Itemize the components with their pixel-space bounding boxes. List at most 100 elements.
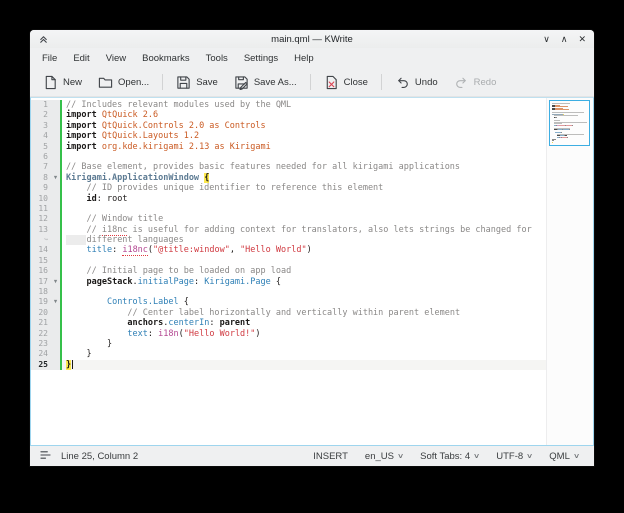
code-text: import QtQuick.Layouts 1.2 [62,131,546,141]
tab-mode-selector[interactable]: Soft Tabs: 4∨ [415,449,484,464]
line-number: 18 [31,287,51,297]
code-line[interactable]: 13 // i18nc is useful for adding context… [31,225,546,235]
code-line[interactable]: 20 // Center label horizontally and vert… [31,308,546,318]
document-outline-icon[interactable] [40,450,51,463]
code-line[interactable]: 3import QtQuick.Controls 2.0 as Controls [31,121,546,131]
code-line[interactable]: 11 [31,204,546,214]
toolbar-button-label: Close [344,77,368,88]
code-line[interactable]: 15 [31,256,546,266]
titlebar[interactable]: main.qml — KWrite ∨ ∧ ✕ [30,30,594,48]
line-number: 16 [31,266,51,276]
code-line[interactable]: 8▼Kirigami.ApplicationWindow { [31,173,546,183]
code-line[interactable]: 5import org.kde.kirigami 2.13 as Kirigam… [31,142,546,152]
code-line[interactable]: 18 [31,287,546,297]
fold-column [51,131,60,141]
fold-column [51,318,60,328]
menu-file[interactable]: File [34,50,65,67]
line-number: 1 [31,100,51,110]
line-number: 17 [31,277,51,287]
code-line[interactable]: 7// Base element, provides basic feature… [31,162,546,172]
line-number: 9 [31,183,51,193]
code-line[interactable]: 1// Includes relevant modules used by th… [31,100,546,110]
code-line[interactable]: 12 // Window title [31,214,546,224]
new-button[interactable]: New [36,71,89,94]
fold-arrow-icon[interactable]: ▼ [51,297,60,307]
code-line[interactable]: 25} [31,360,546,370]
menu-tools[interactable]: Tools [198,50,236,67]
close-button[interactable]: Close [317,71,375,94]
syntax-mode-selector[interactable]: QML∨ [544,449,584,464]
code-line[interactable]: 2import QtQuick 2.6 [31,110,546,120]
code-line[interactable]: 16 // Initial page to be loaded on app l… [31,266,546,276]
open-button[interactable]: Open... [91,71,156,94]
code-text: // Window title [62,214,546,224]
close-button[interactable]: ✕ [578,35,586,44]
menubar: FileEditViewBookmarksToolsSettingsHelp [30,48,594,68]
fold-arrow-icon[interactable]: ▼ [51,277,60,287]
menu-edit[interactable]: Edit [65,50,97,67]
code-text: import org.kde.kirigami 2.13 as Kirigami [62,142,546,152]
dictionary-selector[interactable]: en_US∨ [360,449,408,464]
toolbar-button-label: Open... [118,77,149,88]
code-text: id: root [62,194,546,204]
menu-bookmarks[interactable]: Bookmarks [134,50,198,67]
code-line[interactable]: 6 [31,152,546,162]
window-title: main.qml — KWrite [30,34,594,45]
fold-column [51,266,60,276]
code-line[interactable]: 9 // ID provides unique identifier to re… [31,183,546,193]
code-line[interactable]: 14 title: i18nc("@title:window", "Hello … [31,245,546,255]
encoding-selector[interactable]: UTF-8∨ [491,449,537,464]
redo-button[interactable]: Redo [447,71,504,94]
toolbar-button-label: Undo [415,77,438,88]
minimap-visible-region[interactable] [549,100,590,146]
code-line-wrap[interactable]: ↪ different languages [31,235,546,245]
line-number: 22 [31,329,51,339]
fold-column [51,329,60,339]
code-text: } [62,339,546,349]
scrollbar-minimap-track[interactable] [546,98,593,445]
input-mode-label[interactable]: INSERT [308,449,353,464]
save-as-button[interactable]: Save As... [227,71,304,94]
code-line[interactable]: 24 } [31,349,546,359]
text-editor-view[interactable]: 1// Includes relevant modules used by th… [30,97,594,446]
minimize-button[interactable]: ∨ [543,35,550,44]
code-area[interactable]: 1// Includes relevant modules used by th… [31,98,546,445]
toolbar-button-label: Redo [474,77,497,88]
toolbar-separator [381,74,382,90]
code-text: // Base element, provides basic features… [62,162,546,172]
cursor-position-label[interactable]: Line 25, Column 2 [61,451,138,462]
fold-column [51,194,60,204]
code-line[interactable]: 23 } [31,339,546,349]
line-number: 12 [31,214,51,224]
toolbar-button-label: Save As... [254,77,297,88]
code-line[interactable]: 17▼ pageStack.initialPage: Kirigami.Page… [31,277,546,287]
fold-column [51,245,60,255]
chevron-down-icon: ∨ [397,452,404,460]
line-number: 2 [31,110,51,120]
fold-column [51,183,60,193]
chevron-down-icon: ∨ [573,452,580,460]
code-text: // Center label horizontally and vertica… [62,308,546,318]
line-number: 13 [31,225,51,235]
code-line[interactable]: 19▼ Controls.Label { [31,297,546,307]
code-line[interactable]: 4import QtQuick.Layouts 1.2 [31,131,546,141]
menu-help[interactable]: Help [286,50,322,67]
new-document-icon [43,75,58,90]
code-text: // ID provides unique identifier to refe… [62,183,546,193]
fold-column [51,110,60,120]
fold-column [51,152,60,162]
code-text: import QtQuick.Controls 2.0 as Controls [62,121,546,131]
code-line[interactable]: 10 id: root [31,194,546,204]
fold-column [51,214,60,224]
code-line[interactable]: 21 anchors.centerIn: parent [31,318,546,328]
menu-view[interactable]: View [98,50,134,67]
toolbar-button-label: New [63,77,82,88]
fold-arrow-icon[interactable]: ▼ [51,173,60,183]
undo-icon [395,75,410,90]
maximize-button[interactable]: ∧ [561,35,568,44]
undo-button[interactable]: Undo [388,71,445,94]
save-button[interactable]: Save [169,71,225,94]
line-number: 20 [31,308,51,318]
menu-settings[interactable]: Settings [236,50,286,67]
code-line[interactable]: 22 text: i18n("Hello World!") [31,329,546,339]
